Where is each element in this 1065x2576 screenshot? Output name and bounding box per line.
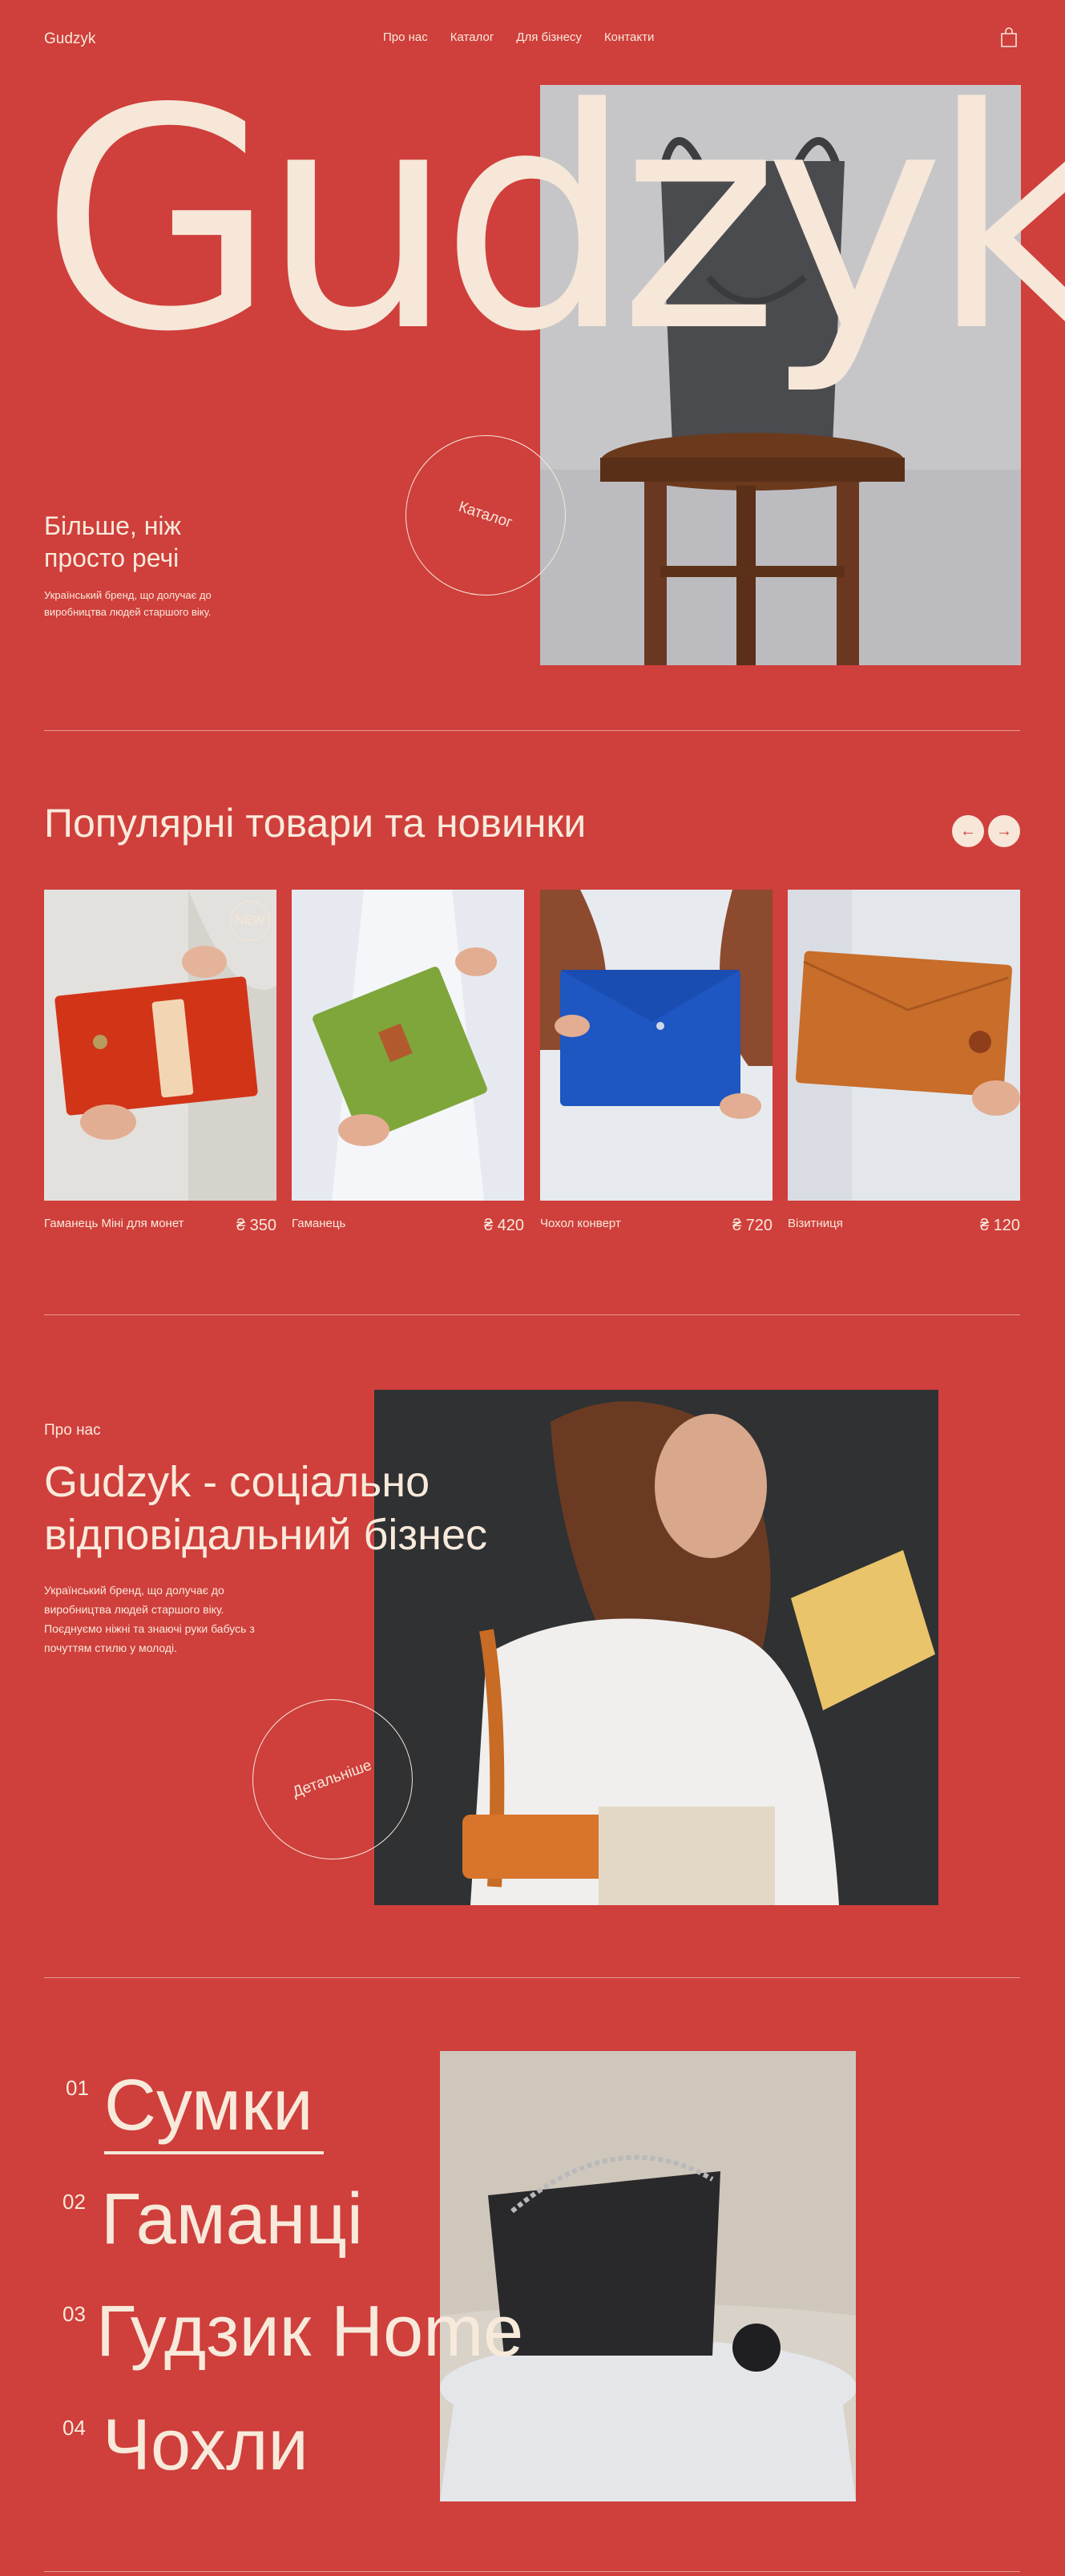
about-title: Gudzyk - соціально відповідальний бізнес xyxy=(44,1458,488,1559)
category-number: 03 xyxy=(63,2302,86,2326)
product-card[interactable]: Чохол конверт ₴ 720 xyxy=(540,890,773,1235)
product-card[interactable]: Візитниця ₴ 120 xyxy=(788,890,1020,1235)
category-link-home[interactable]: Гудзик Home xyxy=(96,2295,523,2368)
details-circle-button[interactable]: Детальніше xyxy=(252,1699,413,1859)
catalog-circle-label: Каталог xyxy=(457,498,515,532)
product-image xyxy=(292,890,524,1201)
category-link-bags[interactable]: Сумки xyxy=(104,2069,313,2142)
about-description: Український бренд, що долучає до виробни… xyxy=(44,1584,255,1654)
product-card[interactable]: Гаманець ₴ 420 xyxy=(292,890,524,1235)
catalog-circle-button[interactable]: Каталог xyxy=(405,435,566,596)
product-meta: Чохол конверт ₴ 720 xyxy=(540,1217,773,1235)
popular-section-title: Популярні товари та новинки xyxy=(44,801,587,846)
hero-description: Український бренд, що долучає до виробни… xyxy=(44,589,212,618)
product-price: ₴ 720 xyxy=(732,1217,773,1234)
category-underline xyxy=(104,2151,324,2154)
product-name: Чохол конверт xyxy=(540,1217,621,1230)
product-image xyxy=(788,890,1020,1201)
details-circle-label: Детальніше xyxy=(290,1756,374,1802)
section-divider xyxy=(44,1314,1020,1315)
category-number: 01 xyxy=(66,2076,89,2100)
product-meta: Візитниця ₴ 120 xyxy=(788,1217,1020,1235)
product-name: Гаманець xyxy=(292,1217,346,1230)
category-link-cases[interactable]: Чохли xyxy=(103,2409,309,2481)
nav-item-catalog[interactable]: Каталог xyxy=(450,30,494,44)
nav-item-contacts[interactable]: Контакти xyxy=(604,30,654,44)
section-divider xyxy=(44,2571,1020,2572)
hero-title: Gudzyk xyxy=(40,43,1065,398)
nav-item-business[interactable]: Для бізнесу xyxy=(516,30,582,44)
section-divider xyxy=(44,730,1020,731)
category-photo xyxy=(440,2051,856,2501)
section-divider xyxy=(44,1977,1020,1978)
about-kicker: Про нас xyxy=(44,1422,101,1439)
category-number: 02 xyxy=(63,2190,86,2214)
product-price: ₴ 120 xyxy=(979,1217,1020,1234)
product-price: ₴ 420 xyxy=(483,1217,524,1234)
category-link-wallets[interactable]: Гаманці xyxy=(101,2183,363,2255)
product-name: Візитниця xyxy=(788,1217,843,1230)
product-card[interactable]: NEW Гаманець Міні для монет ₴ 350 xyxy=(44,890,276,1235)
arrow-right-icon[interactable]: → xyxy=(988,815,1020,847)
product-image: NEW xyxy=(44,890,276,1201)
new-badge: NEW xyxy=(230,901,270,941)
product-meta: Гаманець ₴ 420 xyxy=(292,1217,524,1235)
arrow-left-icon[interactable]: ← xyxy=(952,815,984,847)
product-name: Гаманець Міні для монет xyxy=(44,1217,184,1230)
product-meta: Гаманець Міні для монет ₴ 350 xyxy=(44,1217,276,1235)
product-price: ₴ 350 xyxy=(236,1217,276,1234)
product-image xyxy=(540,890,773,1201)
category-number: 04 xyxy=(63,2416,86,2440)
main-nav: Про нас Каталог Для бізнесу Контакти xyxy=(383,30,654,44)
nav-item-about[interactable]: Про нас xyxy=(383,30,428,44)
hero-subtitle: Більше, ніж просто речі xyxy=(44,511,181,572)
